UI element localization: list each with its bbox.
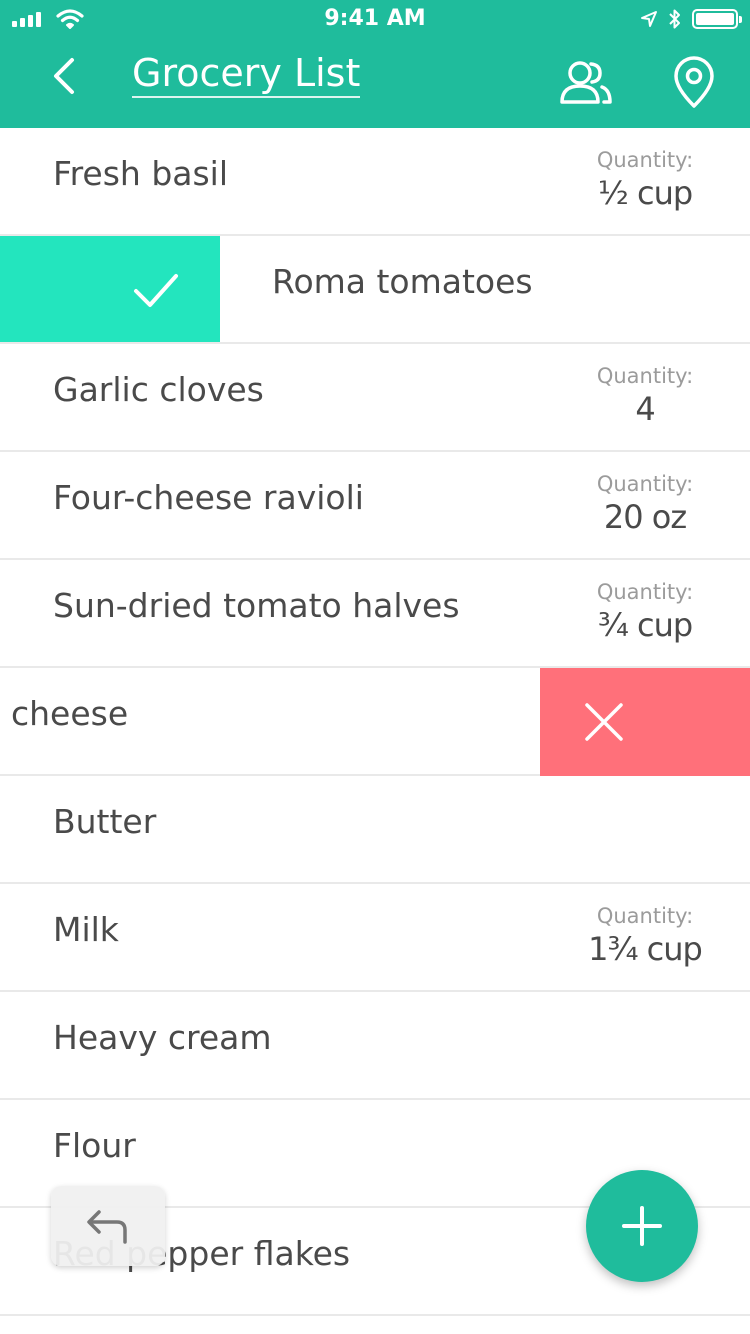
list-item[interactable]: Milk Quantity: 1¾ cup: [0, 884, 750, 992]
status-icons: [640, 8, 742, 30]
quantity-value: ¾ cup: [597, 606, 693, 644]
quantity-label: Quantity:: [596, 148, 694, 172]
item-name: Heavy cream: [53, 1018, 272, 1057]
item-name: cheese: [11, 694, 129, 733]
checkmark-icon: [134, 274, 178, 307]
item-quantity: Quantity: 1¾ cup: [580, 884, 710, 992]
app-header: 9:41 AM Grocery List: [0, 0, 750, 128]
list-item[interactable]: Heavy cream: [0, 992, 750, 1100]
list-item[interactable]: Butter: [0, 776, 750, 884]
item-name: Roma tomatoes: [272, 262, 533, 301]
people-icon[interactable]: [558, 58, 614, 108]
status-time: 9:41 AM: [324, 6, 426, 31]
bluetooth-icon: [669, 9, 680, 29]
battery-icon: [692, 9, 742, 29]
quantity-label: Quantity:: [596, 364, 694, 388]
page-title[interactable]: Grocery List: [132, 50, 361, 98]
item-name: Four-cheese ravioli: [53, 478, 364, 517]
item-quantity: Quantity: ½ cup: [580, 128, 710, 236]
item-quantity: Quantity: ¾ cup: [580, 560, 710, 668]
add-item-button[interactable]: [586, 1170, 698, 1282]
undo-icon: [87, 1210, 127, 1244]
list-item[interactable]: Roma tomatoes: [0, 236, 750, 344]
item-name: Flour: [53, 1126, 136, 1165]
quantity-label: Quantity:: [596, 472, 694, 496]
quantity-label: Quantity:: [596, 904, 694, 928]
delete-action[interactable]: [540, 668, 750, 776]
quantity-value: 20 oz: [603, 498, 687, 536]
item-name: Milk: [53, 910, 119, 949]
location-arrow-icon: [641, 11, 657, 27]
undo-button[interactable]: [51, 1186, 165, 1266]
list-item[interactable]: Four-cheese ravioli Quantity: 20 oz: [0, 452, 750, 560]
list-item[interactable]: Fresh basil Quantity: ½ cup: [0, 128, 750, 236]
plus-icon: [622, 1206, 662, 1246]
item-quantity: Quantity: 20 oz: [580, 452, 710, 560]
grocery-list: Fresh basil Quantity: ½ cup Roma tomatoe…: [0, 128, 750, 1316]
quantity-label: Quantity:: [596, 580, 694, 604]
location-pin-icon[interactable]: [670, 56, 718, 110]
quantity-value: 1¾ cup: [588, 930, 703, 968]
quantity-value: 4: [635, 390, 655, 428]
list-item[interactable]: cheese: [0, 668, 750, 776]
list-item[interactable]: Garlic cloves Quantity: 4: [0, 344, 750, 452]
item-name: Butter: [53, 802, 157, 841]
item-name: Garlic cloves: [53, 370, 264, 409]
item-name: Sun-dried tomato halves: [53, 586, 460, 625]
item-quantity: Quantity: 4: [580, 344, 710, 452]
list-item[interactable]: Sun-dried tomato halves Quantity: ¾ cup: [0, 560, 750, 668]
quantity-value: ½ cup: [597, 174, 693, 212]
back-button[interactable]: [44, 52, 84, 100]
item-name: Fresh basil: [53, 154, 229, 193]
complete-action[interactable]: [0, 236, 220, 342]
close-icon: [585, 703, 623, 741]
